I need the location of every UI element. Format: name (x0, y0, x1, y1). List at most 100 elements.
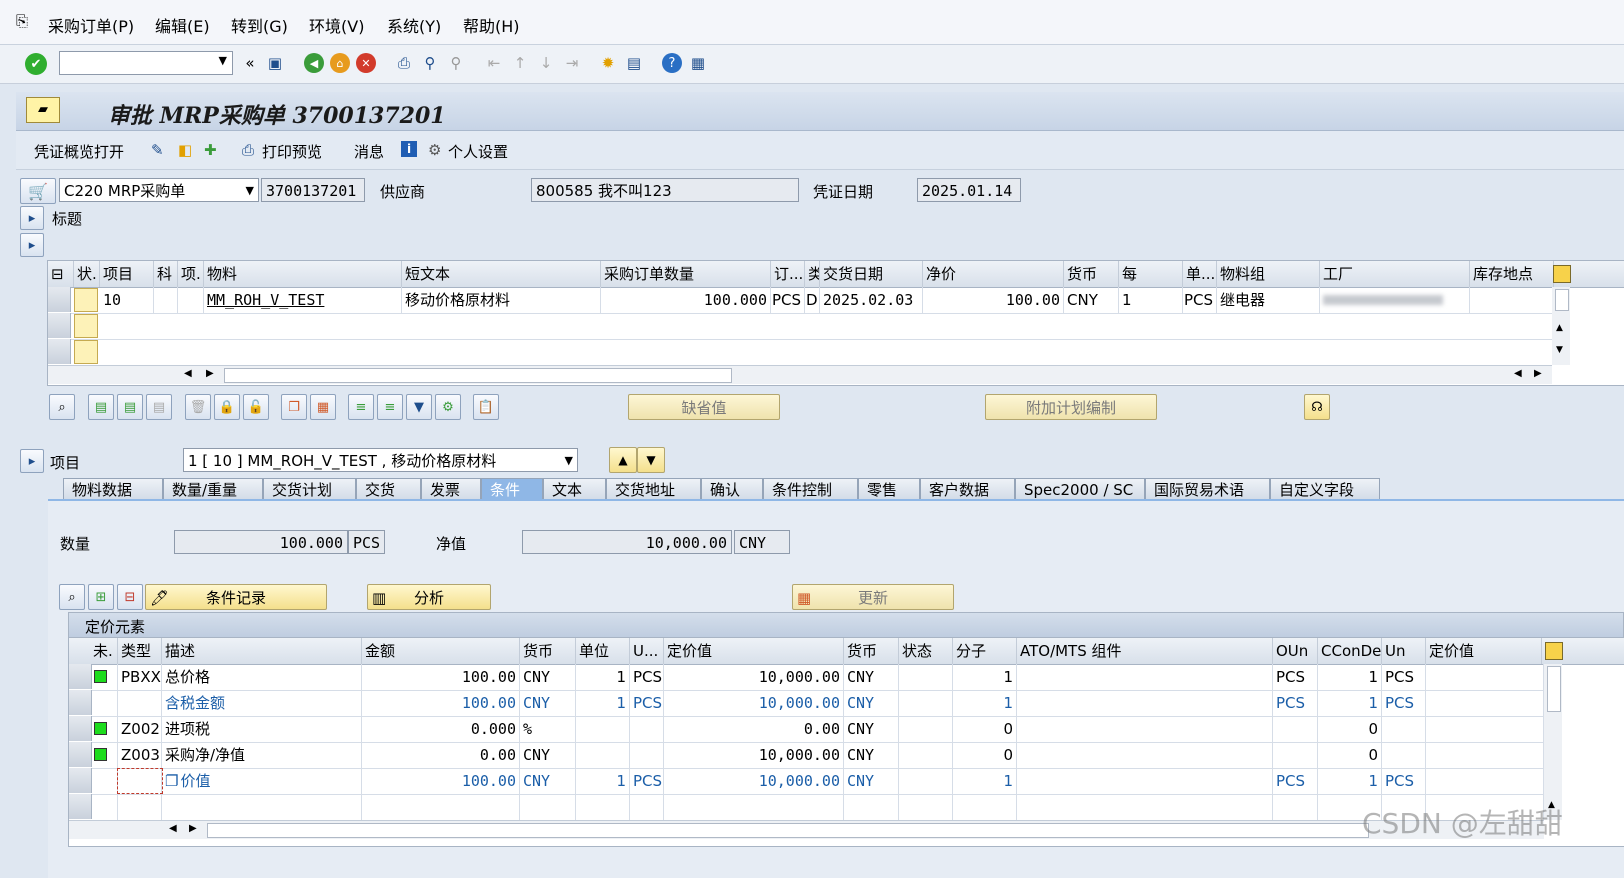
cell-ccon[interactable]: 1 (1318, 768, 1382, 794)
cell-curr[interactable]: % (520, 716, 576, 742)
layout-menu-icon[interactable]: ▦ (688, 53, 708, 73)
expand-items-icon[interactable]: ▸ (20, 233, 44, 257)
horizontal-scrollbar[interactable]: ◀ ▶ (69, 820, 1544, 839)
cell-curr[interactable]: CNY (520, 664, 576, 690)
sort-descending-icon[interactable]: ≡ (377, 394, 403, 420)
tab-delivery-schedule[interactable]: 交货计划 (263, 478, 356, 500)
cell-type[interactable]: Z002 (118, 716, 162, 742)
first-page-icon[interactable]: ⇤ (484, 53, 504, 73)
cell-un[interactable] (1382, 742, 1426, 768)
cell-desc[interactable]: 总价格 (162, 664, 362, 690)
cell-status[interactable] (899, 794, 953, 820)
copy-icon[interactable]: ❐ (165, 772, 178, 790)
cell-oun[interactable] (1273, 742, 1318, 768)
add-condition-icon[interactable]: ⊞ (88, 584, 114, 610)
scroll-thumb[interactable] (224, 368, 732, 383)
scroll-right-icon[interactable]: ▶ (206, 368, 214, 379)
col-po-qty[interactable]: 采购订单数量 (601, 261, 771, 287)
cell-status[interactable] (899, 742, 953, 768)
tab-spec2000[interactable]: Spec2000 / SC (1015, 478, 1145, 500)
col-per[interactable]: 每 (1119, 261, 1183, 287)
doc-type-select[interactable]: C220 MRP采购单 ▼ (59, 178, 259, 202)
tab-quantity-weight[interactable]: 数量/重量 (163, 478, 263, 500)
cell-desc[interactable] (162, 794, 362, 820)
col-plant[interactable]: 工厂 (1320, 261, 1470, 287)
condition-record-button[interactable]: 🖊 条件记录 (145, 584, 327, 610)
col-material-group[interactable]: 物料组 (1217, 261, 1320, 287)
cell-value[interactable]: 10,000.00 (664, 742, 844, 768)
cell-status[interactable] (899, 664, 953, 690)
confirm-icon[interactable]: ✔ (25, 53, 47, 75)
tab-condition-control[interactable]: 条件控制 (763, 478, 858, 500)
last-page-icon[interactable]: ⇥ (562, 53, 582, 73)
cell-uom[interactable]: PCS (630, 768, 664, 794)
previous-page-icon[interactable]: ↑ (510, 53, 530, 73)
cell-ato[interactable] (1017, 716, 1273, 742)
cell-ato[interactable] (1017, 742, 1273, 768)
menu-edit[interactable]: 编辑(E) (155, 13, 210, 37)
cell-ccon[interactable]: 1 (1318, 664, 1382, 690)
cell-amount[interactable] (362, 794, 520, 820)
column-settings-icon[interactable] (1545, 642, 1563, 660)
cell-amount[interactable]: 0.000 (362, 716, 520, 742)
print-icon[interactable]: ⎙ (394, 53, 414, 73)
tab-delivery[interactable]: 交货 (356, 478, 421, 500)
cell-curr2[interactable]: CNY (844, 690, 899, 716)
cell-curr[interactable]: CNY (520, 742, 576, 768)
col-item-cat[interactable]: 项. (178, 261, 204, 287)
table-row[interactable] (69, 794, 1544, 821)
settings-icon[interactable]: ⚙ (435, 394, 461, 420)
cell-val2[interactable] (1426, 768, 1544, 794)
support-icon[interactable]: ☊ (1304, 394, 1330, 420)
cell-ato[interactable] (1017, 794, 1273, 820)
personal-settings-icon[interactable]: ⚙ (428, 141, 441, 159)
cell-amount[interactable]: 100.00 (362, 690, 520, 716)
horizontal-scrollbar[interactable]: ◀ ▶ ◀ ▶ (48, 365, 1552, 384)
cell-flag[interactable] (91, 768, 118, 794)
cell-un[interactable] (1382, 716, 1426, 742)
tab-confirmations[interactable]: 确认 (701, 478, 763, 500)
cell-un[interactable]: PCS (1382, 690, 1426, 716)
cell-oun[interactable]: PCS (1273, 690, 1318, 716)
cell-status[interactable] (899, 716, 953, 742)
cell-status[interactable] (899, 690, 953, 716)
messages-button[interactable]: 消息 (354, 141, 384, 162)
cell-curr2[interactable]: CNY (844, 742, 899, 768)
transaction-icon[interactable]: ▰ (26, 97, 60, 123)
chevron-down-icon[interactable]: ▼ (219, 54, 227, 67)
col-delivery-date[interactable]: 交货日期 (820, 261, 923, 287)
storage-location-cell[interactable] (1470, 287, 1554, 313)
cell-flag[interactable] (91, 794, 118, 820)
order-unit-cell[interactable]: PCS (771, 287, 805, 313)
status-cell[interactable] (74, 340, 98, 364)
cell-flag[interactable] (91, 690, 118, 716)
shortcut-icon[interactable]: ▤ (624, 53, 644, 73)
scroll-left-icon[interactable]: ◀ (184, 368, 192, 379)
cell-per[interactable] (576, 742, 630, 768)
cell-oun[interactable]: PCS (1273, 768, 1318, 794)
paste-icon[interactable]: ▦ (310, 394, 336, 420)
next-page-icon[interactable]: ↓ (536, 53, 556, 73)
menu-icon[interactable]: ⎘ (16, 12, 28, 30)
item-number-cell[interactable]: 10 (100, 287, 154, 313)
cell-value[interactable]: 10,000.00 (664, 768, 844, 794)
cell-num[interactable]: 1 (953, 664, 1017, 690)
col-date-cat[interactable]: 类 (805, 261, 820, 287)
row-selector[interactable] (48, 313, 71, 338)
sort-ascending-icon[interactable]: ≡ (348, 394, 374, 420)
vendor-field[interactable]: 800585 我不叫123 (531, 178, 799, 202)
scroll-left-icon[interactable]: ◀ (169, 823, 177, 834)
cell-ccon[interactable]: 0 (1318, 716, 1382, 742)
clipboard-icon[interactable]: 📋 (473, 394, 499, 420)
po-qty-cell[interactable]: 100.000 (601, 287, 771, 313)
select-all-icon[interactable]: ⊟ (48, 261, 74, 287)
insert-row-icon[interactable]: ▤ (117, 394, 143, 420)
col-currency[interactable]: 货币 (1064, 261, 1119, 287)
col-short-text[interactable]: 短文本 (402, 261, 601, 287)
material-cell[interactable]: MM_ROH_V_TEST (204, 287, 402, 313)
cell-num[interactable]: 0 (953, 742, 1017, 768)
cell-value[interactable]: 10,000.00 (664, 690, 844, 716)
additional-planning-button[interactable]: 附加计划编制 (985, 394, 1157, 420)
account-cell[interactable] (154, 287, 178, 313)
cart-icon[interactable]: 🛒 (20, 178, 56, 204)
